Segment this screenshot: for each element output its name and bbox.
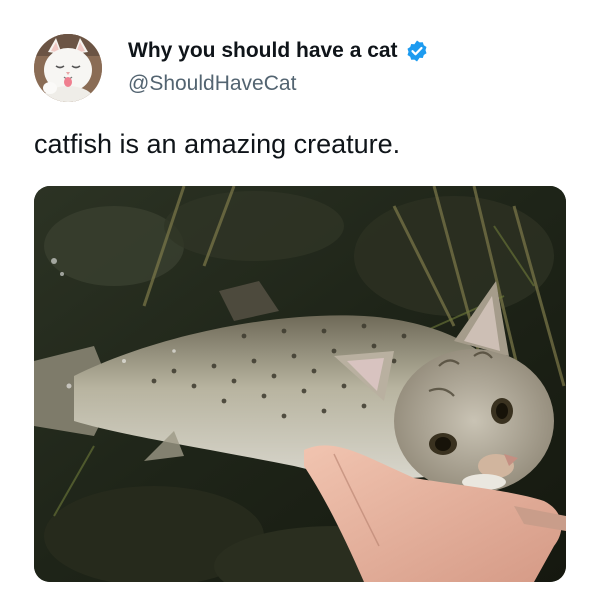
avatar[interactable] — [34, 34, 102, 102]
author-names: Why you should have a cat @ShouldHaveCat — [128, 38, 429, 97]
verified-badge-icon — [405, 39, 429, 63]
handle[interactable]: @ShouldHaveCat — [128, 71, 429, 97]
photo-cat-headed-fish-icon — [34, 186, 566, 582]
tweet-text: catfish is an amazing creature. — [34, 129, 401, 159]
tweet-header: Why you should have a cat @ShouldHaveCat — [34, 34, 574, 104]
white-cat-avatar-icon — [34, 34, 102, 102]
display-name-row: Why you should have a cat — [128, 38, 429, 64]
display-name[interactable]: Why you should have a cat — [128, 38, 398, 64]
tweet-photo[interactable] — [34, 186, 566, 582]
